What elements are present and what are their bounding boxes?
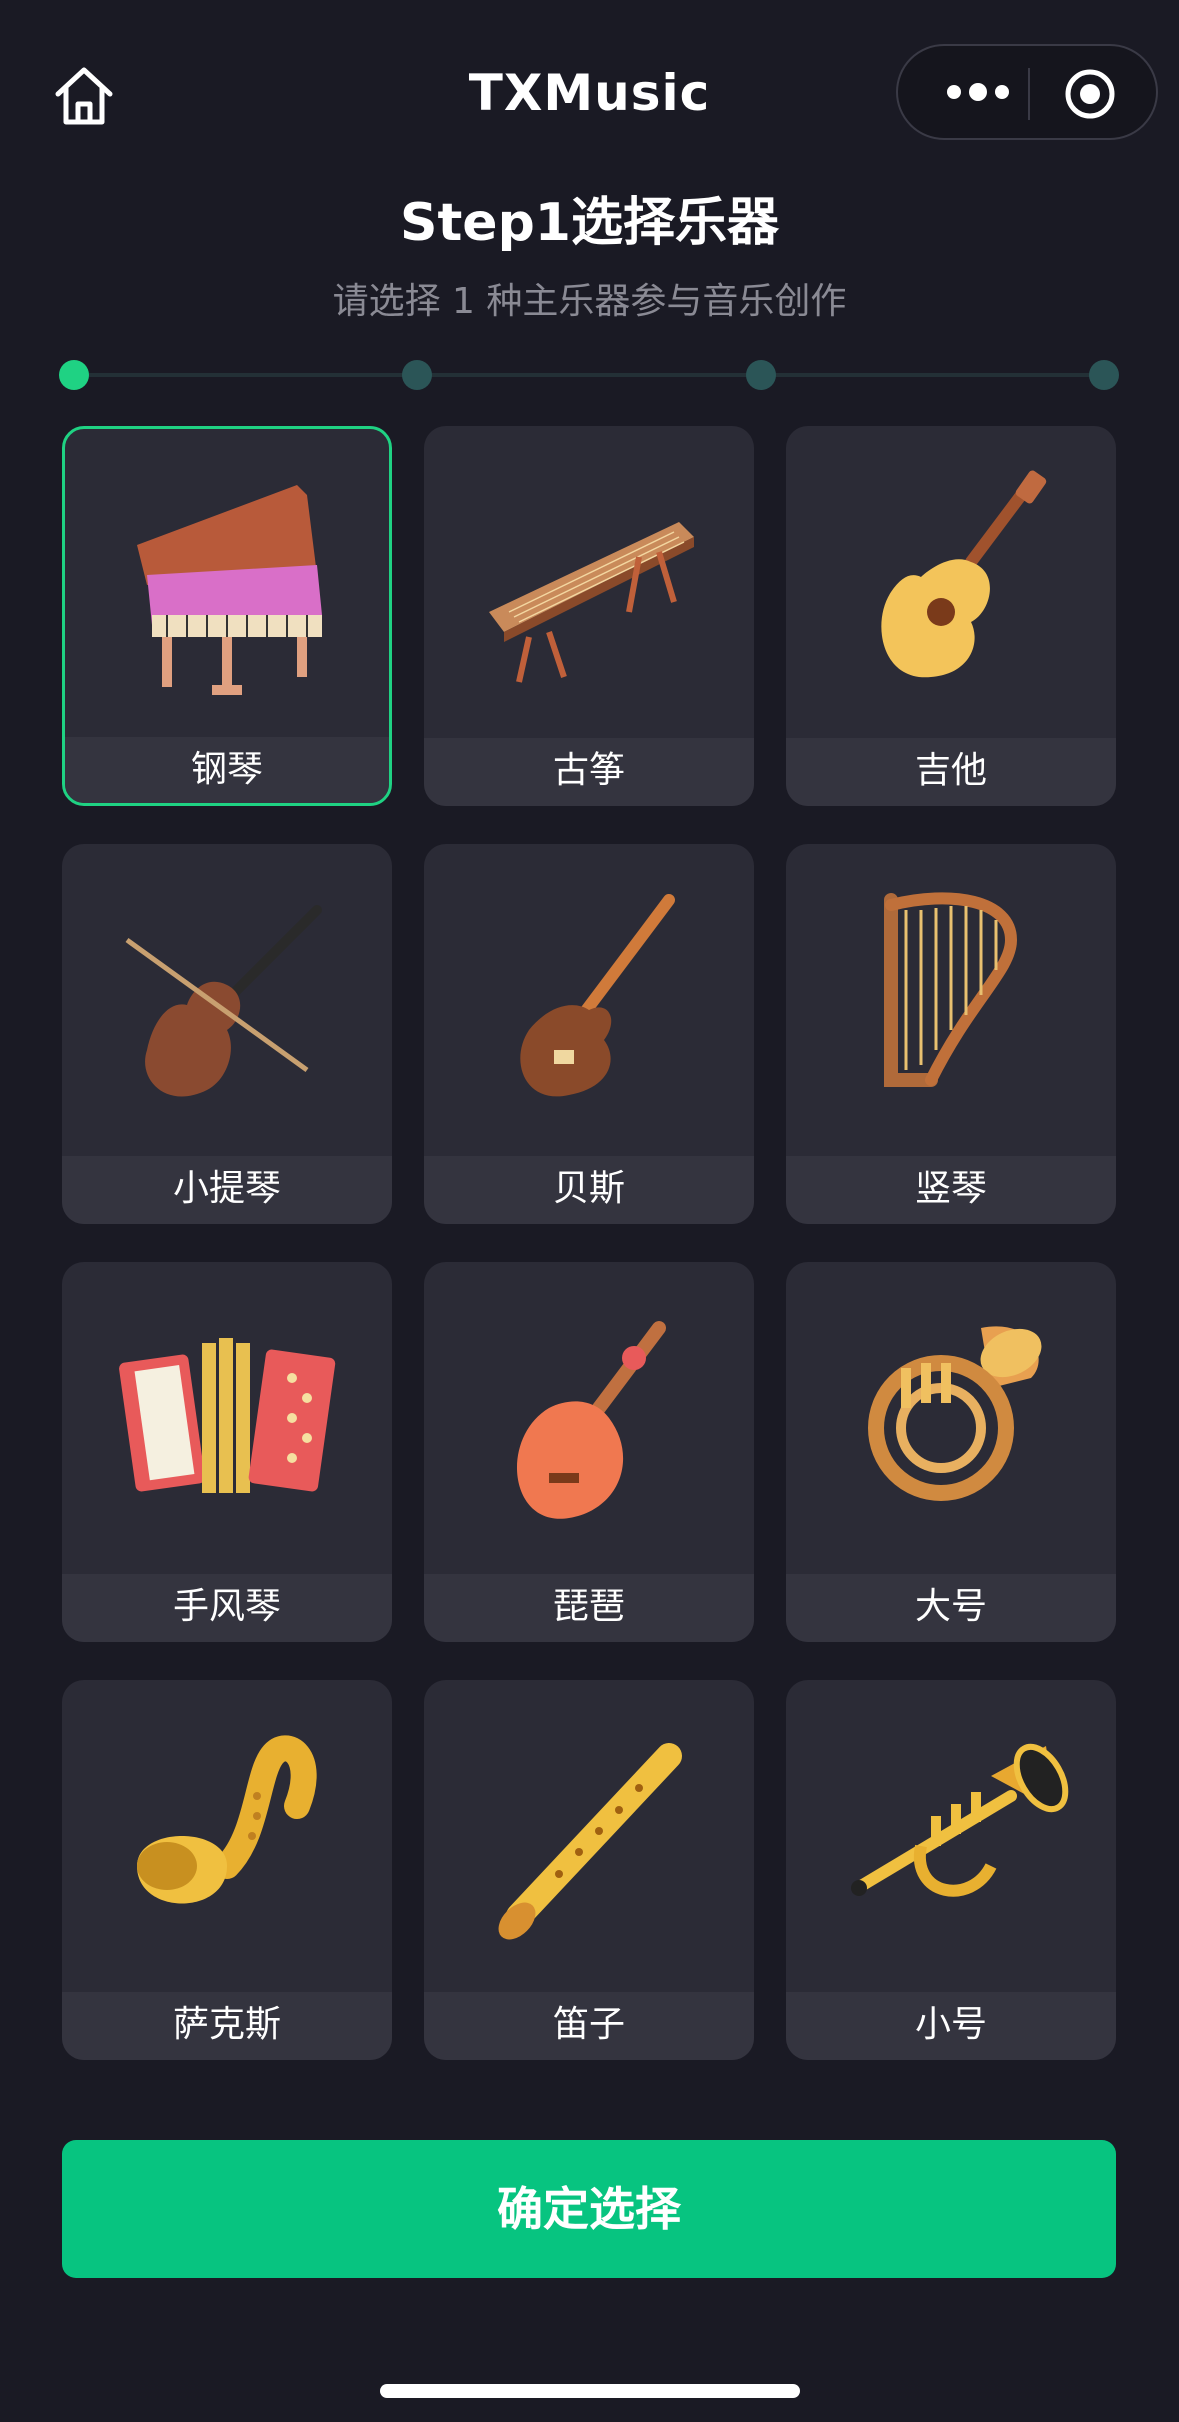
step-title: Step1选择乐器 <box>400 193 779 253</box>
instrument-card-guzheng[interactable]: 古筝 <box>424 426 754 806</box>
instrument-card-pipa[interactable]: 琵琶 <box>424 1262 754 1642</box>
instrument-label: 大号 <box>786 1574 1116 1642</box>
instrument-label: 贝斯 <box>424 1156 754 1224</box>
navigation-bar: TXMusic <box>0 0 1179 190</box>
instrument-card-flute[interactable]: 笛子 <box>424 1680 754 2060</box>
more-dots-icon[interactable] <box>934 72 1022 112</box>
target-circle-icon[interactable] <box>1064 68 1116 120</box>
instrument-card-saxophone[interactable]: 萨克斯 <box>62 1680 392 2060</box>
instrument-card-guitar[interactable]: 吉他 <box>786 426 1116 806</box>
instrument-card-violin[interactable]: 小提琴 <box>62 844 392 1224</box>
instrument-label: 手风琴 <box>62 1574 392 1642</box>
pipa-icon <box>424 1262 754 1574</box>
instrument-card-harp[interactable]: 竖琴 <box>786 844 1116 1224</box>
progress-dot-2 <box>402 360 433 390</box>
flute-icon <box>424 1680 754 1992</box>
instrument-card-piano[interactable]: 钢琴 <box>62 426 392 806</box>
piano-icon <box>65 429 389 741</box>
harp-icon <box>786 844 1116 1156</box>
trumpet-icon <box>786 1680 1116 1992</box>
step-subtitle: 请选择 1 种主乐器参与音乐创作 <box>332 281 847 322</box>
instrument-label: 吉他 <box>786 738 1116 806</box>
accordion-icon <box>62 1262 392 1574</box>
progress-track <box>74 373 1104 377</box>
instrument-label: 小号 <box>786 1992 1116 2060</box>
capsule-divider <box>1028 68 1030 120</box>
bass-icon <box>424 844 754 1156</box>
confirm-button[interactable]: 确定选择 <box>62 2140 1116 2278</box>
instrument-card-bass[interactable]: 贝斯 <box>424 844 754 1224</box>
instrument-label: 钢琴 <box>65 737 389 803</box>
instrument-card-accordion[interactable]: 手风琴 <box>62 1262 392 1642</box>
instrument-label: 竖琴 <box>786 1156 1116 1224</box>
guzheng-icon <box>424 426 754 738</box>
instrument-label: 小提琴 <box>62 1156 392 1224</box>
home-indicator <box>380 2384 800 2398</box>
violin-icon <box>62 844 392 1156</box>
instrument-label: 古筝 <box>424 738 754 806</box>
tuba-icon <box>786 1262 1116 1574</box>
instrument-label: 琵琶 <box>424 1574 754 1642</box>
progress-dot-1 <box>59 360 89 390</box>
instrument-card-tuba[interactable]: 大号 <box>786 1262 1116 1642</box>
step-progress <box>59 360 1119 390</box>
saxophone-icon <box>62 1680 392 1992</box>
instrument-card-trumpet[interactable]: 小号 <box>786 1680 1116 2060</box>
guitar-icon <box>786 426 1116 738</box>
mini-program-capsule <box>896 44 1158 140</box>
progress-dot-4 <box>1089 360 1119 390</box>
instrument-label: 萨克斯 <box>62 1992 392 2060</box>
progress-dot-3 <box>745 360 776 390</box>
instrument-label: 笛子 <box>424 1992 754 2060</box>
